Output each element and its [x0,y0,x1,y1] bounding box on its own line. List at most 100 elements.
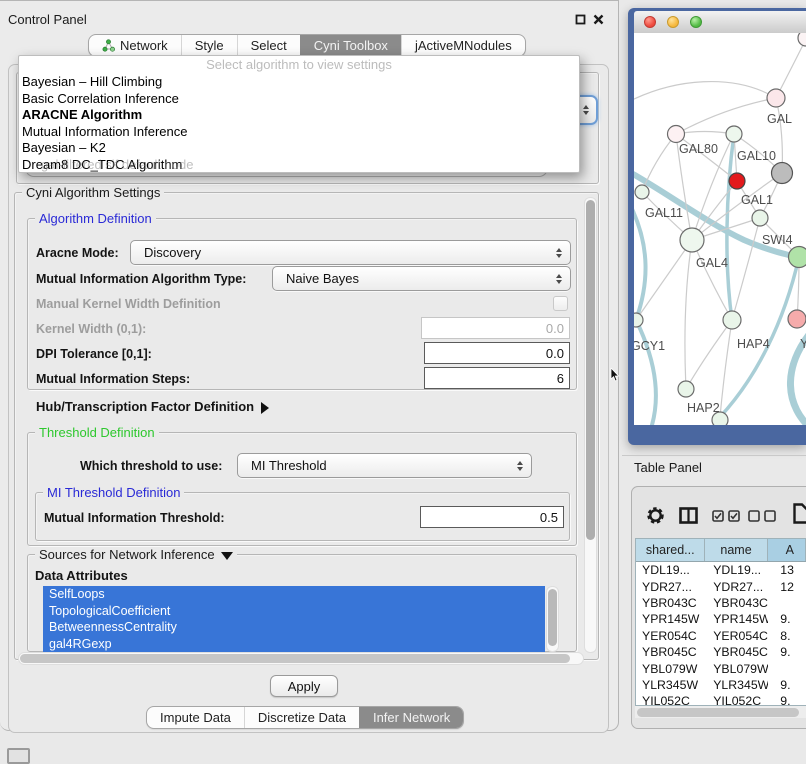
tab-cyni-toolbox[interactable]: Cyni Toolbox [300,35,401,56]
app-root: Control Panel Network [0,0,806,762]
tab-style[interactable]: Style [181,35,237,56]
which-threshold-select[interactable]: MI Threshold [237,453,532,478]
node-gal4[interactable] [680,228,704,252]
apply-button[interactable]: Apply [270,675,338,697]
data-attributes-list: SelfLoops TopologicalCoefficient Between… [43,586,545,652]
node-gal11[interactable] [635,185,649,199]
mi-threshold-label: Mutual Information Threshold: [44,511,225,525]
tab-impute-data[interactable]: Impute Data [147,707,244,728]
mi-steps-value: 6 [557,371,564,386]
node-gray[interactable] [772,163,793,184]
node-gcy1[interactable] [634,313,643,327]
cell-value: 13 [768,563,806,577]
cyni-bottom-tab-bar: Impute Data Discretize Data Infer Networ… [146,706,464,729]
combo-arrows-icon [583,105,589,115]
table-panel-title: Table Panel [634,460,702,475]
node-y-pink[interactable] [788,310,806,328]
hub-definition-expander[interactable]: Hub/Transcription Factor Definition [36,399,269,414]
panel-tab-bar: Network Style Select Cyni Toolbox jActiv… [88,34,526,57]
cell-name: YBR043C [706,596,768,610]
popup-item-aracne[interactable]: ARACNE Algorithm [19,107,579,124]
popup-item-basic-correlation[interactable]: Basic Correlation Inference [19,91,579,108]
node-gal-partial[interactable] [767,89,785,107]
tab-infer-network[interactable]: Infer Network [359,707,463,728]
table-row[interactable]: YDL19... YDL19... 13 [636,562,806,578]
network-canvas[interactable]: GAL GAL80 GAL10 GAL11 GAL1 SWI4 GAL4 GCY… [634,33,806,425]
which-threshold-value: MI Threshold [251,458,517,473]
popup-item-bayesian-k2[interactable]: Bayesian – K2 [19,140,579,157]
node-top-partial[interactable] [798,33,806,46]
mi-threshold-field[interactable]: 0.5 [420,506,564,528]
cell-name: YBR045C [706,645,768,659]
cell-name: YLR345W [706,678,768,692]
tab-impute-data-label: Impute Data [160,710,231,725]
table-row[interactable]: YBR043C YBR043C [636,595,806,611]
node-hap4[interactable] [723,311,741,329]
list-item-topologicalcoefficient[interactable]: TopologicalCoefficient [43,603,545,620]
kernel-width-label: Kernel Width (0,1): [36,322,146,336]
node-gal1[interactable] [752,210,768,226]
minimize-traffic-light-icon[interactable] [667,16,679,28]
tab-select[interactable]: Select [237,35,300,56]
tab-discretize-data[interactable]: Discretize Data [244,707,359,728]
node-red[interactable] [729,173,745,189]
popup-item-mutual-information[interactable]: Mutual Information Inference [19,124,579,141]
column-header-partial[interactable]: A [768,539,806,561]
network-window-titlebar[interactable] [634,11,806,33]
node-hap2[interactable] [678,381,694,397]
algorithm-definition-title: Algorithm Definition [35,211,156,226]
settings-hscrollbar-thumb[interactable] [20,654,570,663]
column-header-shared-name[interactable]: shared... [636,539,705,561]
table-row[interactable]: YER054C YER054C 8. [636,628,806,644]
node-label-hap2: HAP2 [687,401,720,415]
close-icon[interactable] [593,14,604,25]
table-row[interactable]: YLR345W YLR345W 9. [636,677,806,693]
popup-item-bayesian-hill-climbing[interactable]: Bayesian – Hill Climbing [19,74,579,91]
cell-value: 8. [768,629,806,643]
column-header-name[interactable]: name [705,539,767,561]
list-item-gal4rgexp[interactable]: gal4RGexp [43,636,545,653]
mi-algorithm-type-value: Naive Bayes [286,271,556,286]
list-item-selfloops[interactable]: SelfLoops [43,586,545,603]
tab-network[interactable]: Network [89,35,181,56]
table-row[interactable]: YPR145W YPR145W 9. [636,611,806,627]
node-label-gcy1: GCY1 [634,339,665,353]
attributes-scrollbar-thumb[interactable] [548,589,557,646]
mi-algorithm-type-select[interactable]: Naive Bayes [272,266,571,291]
cell-shared-name: YBL079W [636,662,706,676]
cell-shared-name: YER054C [636,629,706,643]
node-swi4-green[interactable] [789,247,806,268]
settings-scrollbar-thumb[interactable] [586,200,595,540]
zoom-traffic-light-icon[interactable] [690,16,702,28]
node-gal10[interactable] [726,126,742,142]
data-attributes-label: Data Attributes [35,568,128,583]
table-row[interactable]: YBR045C YBR045C 9. [636,644,806,660]
cell-shared-name: YBR045C [636,645,706,659]
combo-arrows-icon [517,461,523,471]
tab-jactivemnodules[interactable]: jActiveMNodules [401,35,525,56]
dpi-tolerance-field[interactable]: 0.0 [424,342,570,364]
new-table-icon[interactable] [793,503,806,524]
node-label-gal-partial: GAL [767,112,792,126]
float-window-icon[interactable] [575,14,586,25]
list-item-betweennesscentrality[interactable]: BetweennessCentrality [43,619,545,636]
aracne-mode-select[interactable]: Discovery [130,240,571,265]
close-traffic-light-icon[interactable] [644,16,656,28]
kernel-width-field[interactable]: 0.0 [421,317,570,339]
deselect-all-checkboxes-icon[interactable] [748,510,777,522]
split-table-icon[interactable] [679,507,698,524]
mi-steps-field[interactable]: 6 [424,367,570,389]
cell-shared-name: YLR345W [636,678,706,692]
table-row[interactable]: YDR27... YDR27... 12 [636,578,806,594]
table-row[interactable]: YBL079W YBL079W [636,660,806,676]
node-label-y-partial: Y [800,337,806,351]
table-row[interactable]: YIL052C YIL052C 9. [636,693,806,706]
sources-title-expander[interactable]: Sources for Network Inference [35,547,237,562]
cell-value: 9. [768,645,806,659]
cell-value: 9. [768,612,806,626]
select-all-checkboxes-icon[interactable] [712,510,741,522]
node-gal80[interactable] [668,126,685,143]
gear-icon[interactable] [645,505,666,526]
table-hscrollbar-thumb[interactable] [637,708,799,717]
manual-kernel-width-checkbox[interactable] [553,296,568,311]
